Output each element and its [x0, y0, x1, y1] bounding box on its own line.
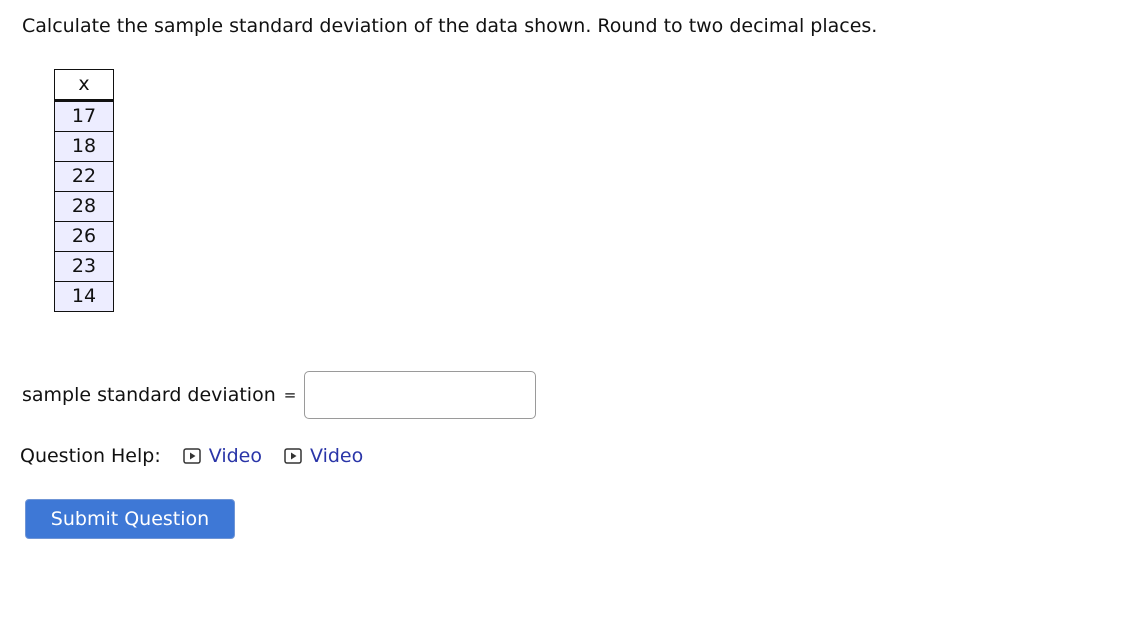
- table-cell: 18: [54, 131, 114, 162]
- table-cell: 22: [54, 161, 114, 192]
- video-link-2[interactable]: Video: [284, 445, 363, 467]
- table-row: 17: [54, 100, 114, 132]
- table-row: 28: [54, 191, 114, 222]
- table-cell: 14: [54, 281, 114, 312]
- play-icon: [183, 448, 201, 464]
- table-cell: 28: [54, 191, 114, 222]
- table-cell: 26: [54, 221, 114, 252]
- table-cell: 23: [54, 251, 114, 282]
- video-link-label: Video: [208, 445, 262, 467]
- question-help: Question Help: Video Video: [20, 442, 363, 470]
- play-icon: [284, 448, 302, 464]
- submit-question-button[interactable]: Submit Question: [25, 499, 235, 539]
- table-row: 18: [54, 131, 114, 162]
- equals-sign: =: [283, 386, 297, 404]
- answer-row: sample standard deviation =: [22, 371, 537, 419]
- answer-label: sample standard deviation: [22, 384, 276, 406]
- question-help-label: Question Help:: [20, 445, 161, 467]
- question-text: Calculate the sample standard deviation …: [22, 15, 878, 37]
- table-row: 23: [54, 251, 114, 282]
- table-row: 26: [54, 221, 114, 252]
- answer-input[interactable]: [304, 371, 537, 419]
- video-link-1[interactable]: Video: [183, 445, 262, 467]
- video-link-label: Video: [309, 445, 364, 467]
- table-header-x: x: [54, 69, 114, 102]
- table-row: 22: [54, 161, 114, 192]
- data-table: x 17 18 22 28 26 23 14: [54, 69, 114, 312]
- table-row: 14: [54, 281, 114, 312]
- table-cell: 17: [54, 100, 114, 132]
